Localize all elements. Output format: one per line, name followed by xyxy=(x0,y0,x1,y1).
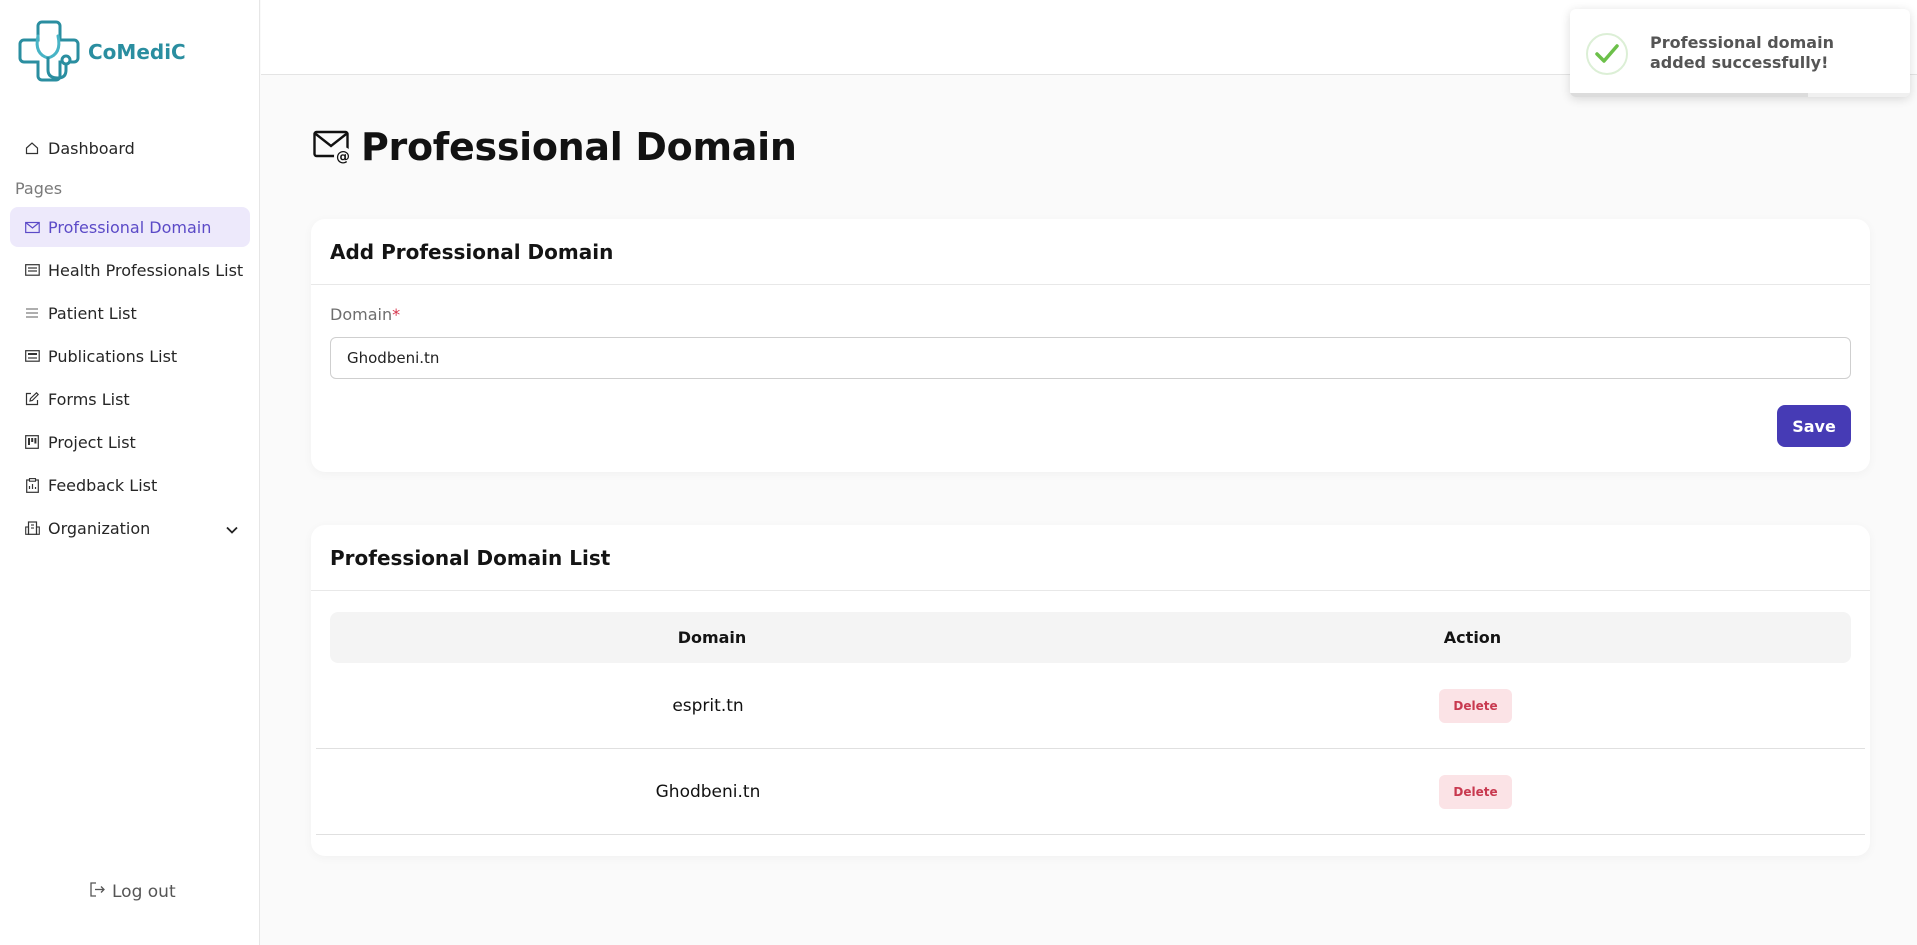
domain-cell: esprit.tn xyxy=(672,696,744,716)
sidebar-item-label: Organization xyxy=(48,518,151,538)
page-title: Professional Domain xyxy=(361,125,797,169)
domain-label-text: Domain xyxy=(330,305,393,324)
page-header: @ Professional Domain xyxy=(313,125,797,169)
svg-text:@: @ xyxy=(336,149,350,165)
sidebar-item-label: Patient List xyxy=(48,303,137,323)
sidebar-item-projects[interactable]: Project List xyxy=(10,422,250,462)
sidebar-item-label: Project List xyxy=(48,432,136,452)
delete-button[interactable]: Delete xyxy=(1439,775,1512,809)
sidebar-item-dashboard[interactable]: Dashboard xyxy=(10,128,250,168)
domain-list-card-title: Professional Domain List xyxy=(311,525,1870,591)
app-logo[interactable]: CoMediC xyxy=(18,18,186,86)
sidebar-nav: Dashboard Pages Professional Domain Heal… xyxy=(10,128,250,551)
newspaper-icon xyxy=(24,348,40,364)
toast-progress-track xyxy=(1570,93,1910,97)
sidebar-item-patient-list[interactable]: Patient List xyxy=(10,293,250,333)
lines-icon xyxy=(24,305,40,321)
building-icon xyxy=(24,520,40,536)
mail-at-icon xyxy=(24,219,40,235)
sidebar-item-label: Publications List xyxy=(48,346,178,366)
sidebar-item-professional-domain[interactable]: Professional Domain xyxy=(10,207,250,247)
edit-icon xyxy=(24,391,40,407)
save-button[interactable]: Save xyxy=(1777,405,1851,447)
app-name: CoMediC xyxy=(88,40,186,64)
column-header-action: Action xyxy=(1443,628,1502,647)
sidebar-item-forms[interactable]: Forms List xyxy=(10,379,250,419)
domain-list-card: Professional Domain List Domain Action e… xyxy=(311,525,1870,856)
delete-button[interactable]: Delete xyxy=(1439,689,1512,723)
domain-cell: Ghodbeni.tn xyxy=(655,782,761,802)
logout-icon xyxy=(90,882,106,902)
table-header: Domain Action xyxy=(330,612,1851,663)
sidebar-item-label: Feedback List xyxy=(48,475,158,495)
logo-icon xyxy=(18,20,80,82)
sidebar-item-feedback[interactable]: Feedback List xyxy=(10,465,250,505)
clipboard-icon xyxy=(24,477,40,493)
chevron-down-icon[interactable] xyxy=(226,519,238,538)
sidebar-item-label: Forms List xyxy=(48,389,130,409)
add-domain-card-title: Add Professional Domain xyxy=(311,219,1870,285)
toast-message: Professional domain added successfully! xyxy=(1650,33,1834,72)
list-card-icon xyxy=(24,262,40,278)
column-header-domain: Domain xyxy=(677,628,747,647)
sidebar-item-publications[interactable]: Publications List xyxy=(10,336,250,376)
check-icon xyxy=(1586,33,1628,75)
sidebar-section-pages: Pages xyxy=(15,179,63,198)
sidebar-item-health-professionals[interactable]: Health Professionals List xyxy=(10,250,250,290)
domain-input[interactable] xyxy=(330,337,1851,379)
domain-field-label: Domain* xyxy=(330,305,400,324)
success-toast[interactable]: Professional domain added successfully! xyxy=(1570,9,1910,97)
home-icon xyxy=(24,140,40,156)
logout-button[interactable]: Log out xyxy=(90,882,176,902)
required-mark: * xyxy=(392,305,401,324)
kanban-icon xyxy=(24,434,40,450)
add-domain-card: Add Professional Domain Domain* Save xyxy=(311,219,1870,472)
sidebar-item-label: Dashboard xyxy=(48,138,135,158)
sidebar-item-label: Health Professionals List xyxy=(48,260,244,280)
mail-at-icon: @ xyxy=(313,130,352,165)
sidebar: CoMediC Dashboard Pages Professional Dom… xyxy=(0,0,260,945)
sidebar-item-organization[interactable]: Organization xyxy=(10,508,250,548)
toast-progress-bar xyxy=(1570,93,1808,97)
table-row: esprit.tn Delete xyxy=(316,663,1865,749)
table-row: Ghodbeni.tn Delete xyxy=(316,749,1865,835)
sidebar-item-label: Professional Domain xyxy=(48,217,212,237)
logout-label: Log out xyxy=(112,882,176,902)
